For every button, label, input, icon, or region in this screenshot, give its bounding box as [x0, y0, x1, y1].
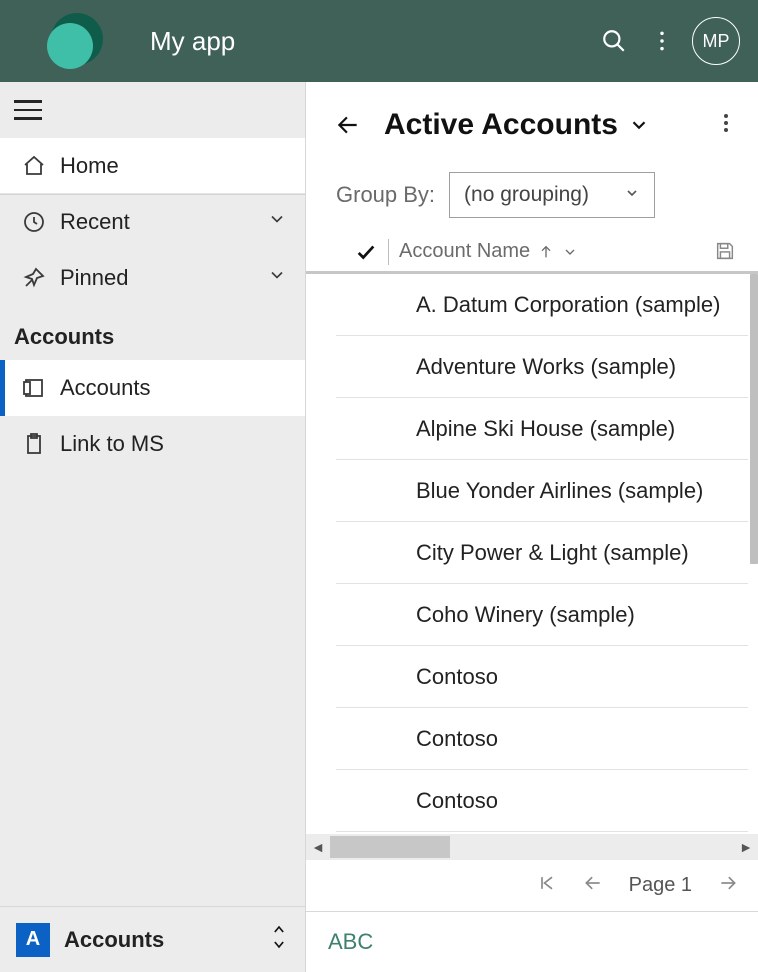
- view-header: Active Accounts: [306, 82, 758, 168]
- area-label: Accounts: [64, 927, 164, 953]
- list-row[interactable]: Adventure Works (sample): [336, 336, 748, 398]
- clipboard-icon: [16, 432, 52, 456]
- alphabet-filter[interactable]: ABC: [306, 912, 758, 972]
- nav-pinned[interactable]: Pinned: [0, 250, 305, 306]
- select-all-checkbox[interactable]: [350, 241, 382, 263]
- nav-home[interactable]: Home: [0, 138, 305, 194]
- app-logo: [0, 13, 150, 69]
- chevron-down-icon: [624, 183, 640, 207]
- list-row[interactable]: Alpine Ski House (sample): [336, 398, 748, 460]
- list-row[interactable]: Contoso: [336, 646, 748, 708]
- top-bar: My app MP: [0, 0, 758, 82]
- updown-icon: [269, 922, 289, 957]
- column-header-row: Account Name: [306, 232, 758, 274]
- search-icon[interactable]: [590, 17, 638, 65]
- scroll-thumb[interactable]: [330, 836, 450, 858]
- account-name-cell: A. Datum Corporation (sample): [416, 292, 720, 318]
- group-by-label: Group By:: [336, 182, 435, 208]
- account-name-cell: Blue Yonder Airlines (sample): [416, 478, 703, 504]
- chevron-down-icon: [267, 209, 287, 235]
- sidebar-item-label: Accounts: [60, 375, 151, 401]
- accounts-icon: [16, 376, 52, 400]
- account-name-cell: City Power & Light (sample): [416, 540, 689, 566]
- view-selector[interactable]: [628, 114, 650, 136]
- scroll-left-icon[interactable]: ◄: [306, 839, 330, 855]
- chevron-down-icon: [267, 265, 287, 291]
- more-commands-icon[interactable]: [714, 111, 738, 140]
- pin-icon: [16, 266, 52, 290]
- page-label: Page 1: [629, 874, 692, 897]
- account-name-cell: Contoso: [416, 664, 498, 690]
- sort-ascending-icon: [538, 244, 554, 260]
- list-row[interactable]: A. Datum Corporation (sample): [336, 274, 748, 336]
- view-title: Active Accounts: [384, 108, 618, 142]
- horizontal-scrollbar[interactable]: ◄ ►: [306, 834, 758, 860]
- app-title: My app: [150, 26, 235, 57]
- group-by-row: Group By: (no grouping): [306, 168, 758, 232]
- nav-label: Home: [60, 153, 119, 179]
- home-icon: [16, 154, 52, 178]
- hamburger-menu-icon[interactable]: [14, 93, 48, 127]
- column-divider: [388, 239, 389, 265]
- save-icon[interactable]: [714, 240, 736, 268]
- account-name-cell: Adventure Works (sample): [416, 354, 676, 380]
- user-avatar[interactable]: MP: [692, 17, 740, 65]
- back-button[interactable]: [330, 107, 366, 143]
- sidebar-item-accounts[interactable]: Accounts: [0, 360, 305, 416]
- clock-icon: [16, 210, 52, 234]
- sidebar: Home Recent Pinned Accounts A: [0, 82, 306, 972]
- main-panel: Active Accounts Group By: (no grouping): [306, 82, 758, 972]
- vertical-scrollbar[interactable]: [750, 274, 758, 564]
- nav-label: Recent: [60, 209, 130, 235]
- next-page-button[interactable]: [718, 873, 738, 898]
- chevron-down-icon: [562, 244, 578, 260]
- first-page-button[interactable]: [537, 873, 557, 898]
- account-name-cell: Contoso: [416, 726, 498, 752]
- area-badge: A: [16, 923, 50, 957]
- grid-area: A. Datum Corporation (sample) Adventure W…: [306, 274, 758, 860]
- account-name-cell: Coho Winery (sample): [416, 602, 635, 628]
- nav-recent[interactable]: Recent: [0, 194, 305, 250]
- sidebar-section-header: Accounts: [0, 306, 305, 360]
- group-by-select[interactable]: (no grouping): [449, 172, 655, 218]
- group-by-value: (no grouping): [464, 183, 589, 207]
- prev-page-button[interactable]: [583, 873, 603, 898]
- list-row[interactable]: Contoso: [336, 770, 748, 832]
- nav-label: Pinned: [60, 265, 129, 291]
- list-row[interactable]: Coho Winery (sample): [336, 584, 748, 646]
- list-row[interactable]: Contoso: [336, 708, 748, 770]
- column-header-label: Account Name: [399, 240, 530, 263]
- column-header-account-name[interactable]: Account Name: [399, 240, 578, 263]
- more-vertical-icon[interactable]: [638, 17, 686, 65]
- area-switcher[interactable]: A Accounts: [0, 906, 305, 972]
- sidebar-item-link-to-ms[interactable]: Link to MS: [0, 416, 305, 472]
- account-name-cell: Contoso: [416, 788, 498, 814]
- scroll-right-icon[interactable]: ►: [734, 839, 758, 855]
- list-row[interactable]: Blue Yonder Airlines (sample): [336, 460, 748, 522]
- sidebar-item-label: Link to MS: [60, 431, 164, 457]
- pager: Page 1: [306, 860, 758, 912]
- list-row[interactable]: City Power & Light (sample): [336, 522, 748, 584]
- account-name-cell: Alpine Ski House (sample): [416, 416, 675, 442]
